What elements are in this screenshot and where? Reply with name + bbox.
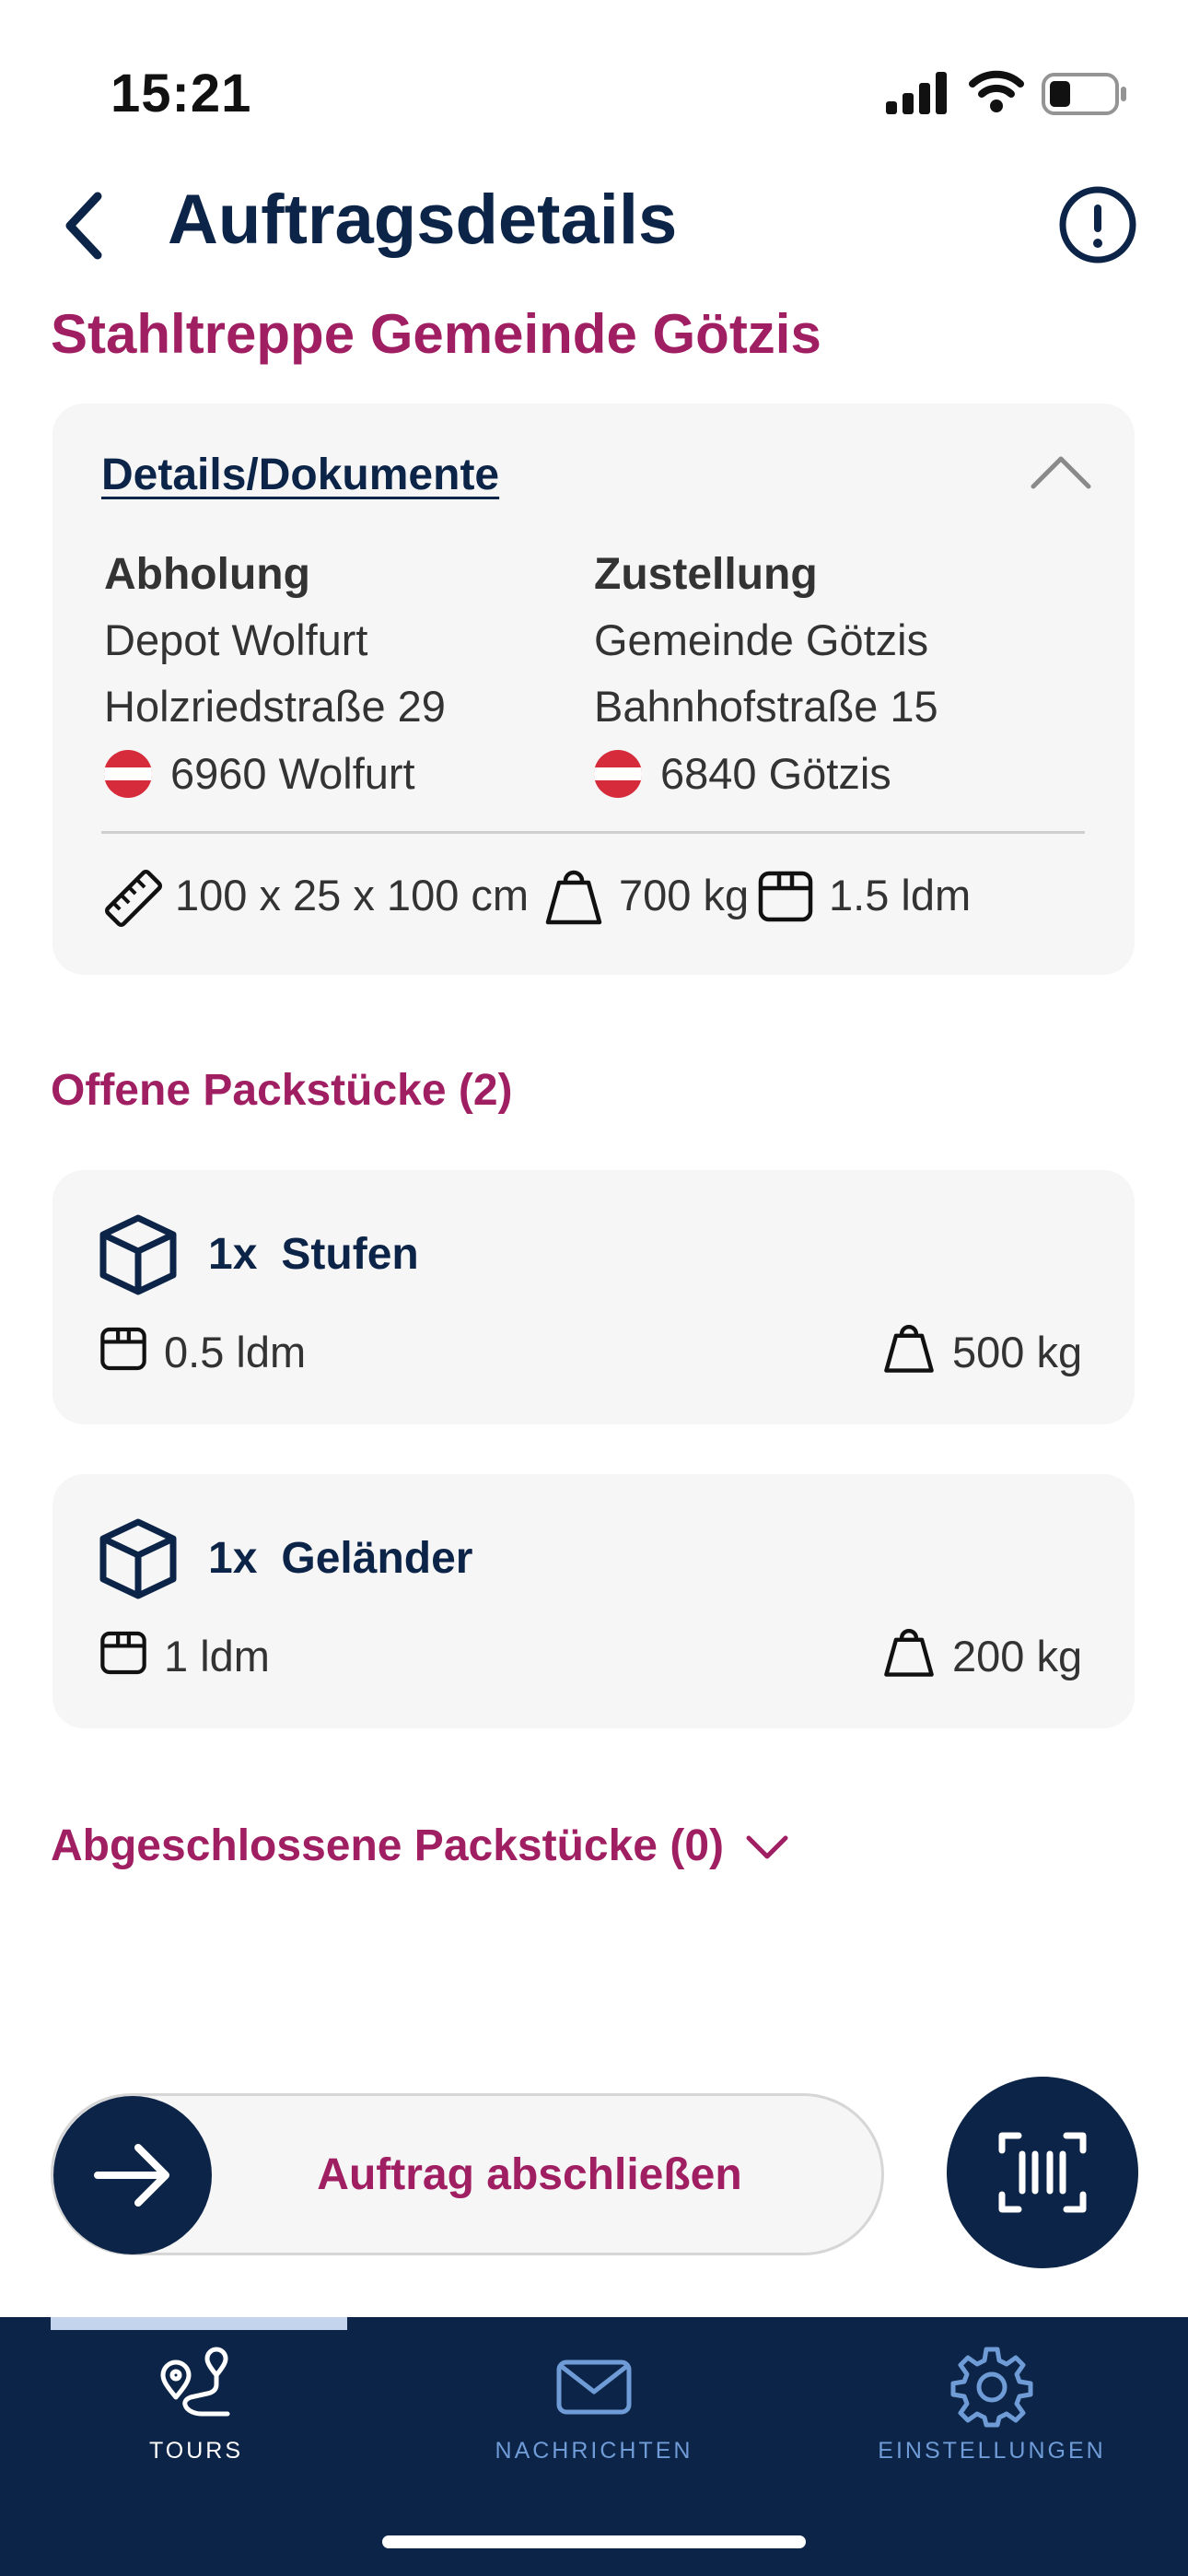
route-icon bbox=[160, 2347, 230, 2417]
report-issue-button[interactable] bbox=[1057, 184, 1138, 265]
tab-settings[interactable]: EINSTELLUNGEN bbox=[808, 2340, 1176, 2478]
delivery-name: Gemeinde Götzis bbox=[594, 615, 929, 664]
slider-handle[interactable] bbox=[53, 2096, 212, 2254]
weight-icon bbox=[882, 1625, 936, 1679]
home-indicator bbox=[382, 2535, 806, 2548]
pickup-city-row: 6960 Wolfurt bbox=[104, 748, 415, 799]
loading-meters-value: 1.5 ldm bbox=[829, 871, 972, 919]
austria-flag-icon bbox=[104, 749, 152, 798]
pickup-name: Depot Wolfurt bbox=[104, 615, 368, 664]
package-box-icon bbox=[96, 1516, 181, 1601]
arrow-right-icon bbox=[94, 2144, 169, 2207]
weight-value: 700 kg bbox=[619, 871, 750, 919]
package-box-icon bbox=[96, 1212, 181, 1297]
delivery-street: Bahnhofstraße 15 bbox=[594, 682, 938, 731]
mail-icon bbox=[556, 2359, 632, 2415]
chevron-left-icon bbox=[65, 192, 102, 260]
weight-icon bbox=[882, 1321, 936, 1375]
package-name: Geländer bbox=[281, 1534, 473, 1583]
closed-packages-toggle[interactable]: Abgeschlossene Packstücke (0) bbox=[51, 1821, 790, 1871]
cellular-signal-icon bbox=[884, 70, 949, 116]
package-weight: 500 kg bbox=[952, 1328, 1083, 1376]
battery-icon bbox=[1041, 72, 1129, 116]
details-documents-link[interactable]: Details/Dokumente bbox=[101, 450, 499, 500]
tab-label: NACHRICHTEN bbox=[495, 2438, 693, 2464]
loading-meter-icon bbox=[757, 868, 814, 925]
alert-circle-icon bbox=[1059, 186, 1136, 263]
package-weight: 200 kg bbox=[952, 1632, 1083, 1680]
delivery-heading: Zustellung bbox=[594, 550, 818, 599]
tab-label: TOURS bbox=[148, 2438, 244, 2464]
collapse-details-button[interactable] bbox=[1028, 450, 1094, 494]
tab-tours[interactable]: TOURS bbox=[12, 2340, 380, 2478]
dimensions-value: 100 x 25 x 100 cm bbox=[175, 871, 530, 919]
loading-meter-icon bbox=[99, 1325, 147, 1373]
chevron-down-icon bbox=[746, 1835, 788, 1858]
weight-icon bbox=[543, 866, 604, 927]
package-ldm: 1 ldm bbox=[164, 1632, 270, 1680]
order-title: Stahltreppe Gemeinde Götzis bbox=[51, 303, 821, 365]
pickup-street: Holzriedstraße 29 bbox=[104, 682, 446, 731]
wifi-icon bbox=[969, 68, 1024, 114]
chevron-up-icon bbox=[1031, 456, 1091, 489]
complete-order-label: Auftrag abschließen bbox=[317, 2149, 742, 2199]
package-ldm: 0.5 ldm bbox=[164, 1328, 307, 1376]
status-time: 15:21 bbox=[111, 64, 252, 123]
pickup-heading: Abholung bbox=[104, 550, 310, 599]
austria-flag-icon bbox=[594, 749, 642, 798]
scan-barcode-button[interactable] bbox=[947, 2077, 1138, 2268]
open-packages-heading: Offene Packstücke (2) bbox=[51, 1066, 513, 1115]
tab-label: EINSTELLUNGEN bbox=[878, 2438, 1106, 2464]
gear-icon bbox=[950, 2347, 1033, 2428]
details-divider bbox=[101, 831, 1085, 834]
page-title: Auftragsdetails bbox=[168, 181, 678, 259]
package-name: Stufen bbox=[281, 1230, 419, 1279]
package-quantity: 1x bbox=[208, 1534, 258, 1583]
package-card[interactable] bbox=[52, 1170, 1135, 1424]
package-quantity: 1x bbox=[208, 1230, 258, 1279]
package-title: 1x Geländer bbox=[208, 1533, 472, 1584]
tab-messages[interactable]: NACHRICHTEN bbox=[410, 2340, 778, 2478]
package-card[interactable] bbox=[52, 1474, 1135, 1728]
pickup-city: 6960 Wolfurt bbox=[170, 749, 415, 798]
closed-packages-heading: Abgeschlossene Packstücke (0) bbox=[51, 1821, 724, 1870]
package-title: 1x Stufen bbox=[208, 1229, 419, 1280]
back-button[interactable] bbox=[57, 189, 112, 263]
ruler-icon bbox=[103, 868, 164, 929]
active-tab-indicator bbox=[51, 2317, 347, 2330]
barcode-scan-icon bbox=[998, 2132, 1087, 2213]
delivery-city-row: 6840 Götzis bbox=[594, 748, 891, 799]
loading-meter-icon bbox=[99, 1629, 147, 1677]
delivery-city: 6840 Götzis bbox=[660, 749, 891, 798]
